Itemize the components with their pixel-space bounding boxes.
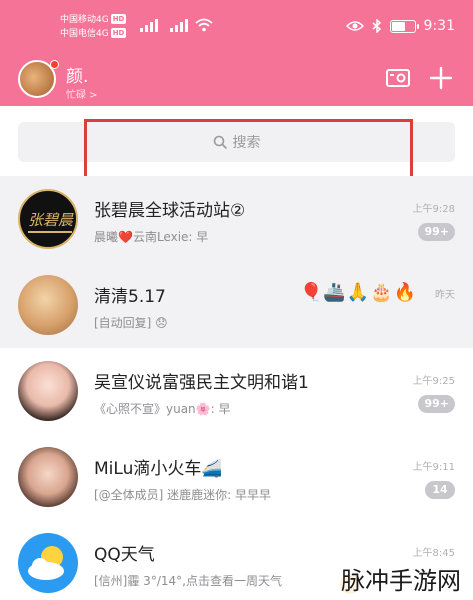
carrier-1: 中国移动4G: [60, 15, 109, 25]
chat-avatar: 张碧晨: [18, 189, 78, 249]
signal-icon: [170, 16, 188, 32]
unread-badge: 99+: [418, 223, 455, 241]
chat-name: QQ天气: [94, 545, 155, 565]
hd-badge: HD: [110, 14, 127, 24]
status-emojis: 🎈🚢🙏🎂🔥: [300, 282, 418, 303]
chat-message: 《心照不宣》yuan🌸: 早: [94, 402, 231, 416]
search-input[interactable]: 搜索: [18, 122, 455, 162]
hd-badge: HD: [110, 28, 127, 38]
chat-avatar: [18, 275, 78, 335]
top-bar: 中国移动4G HD 中国电信4G HD 9:31 颜. 忙碌 >: [0, 0, 473, 106]
chat-avatar: [18, 361, 78, 421]
chat-name: 清清5.17: [94, 287, 166, 307]
notification-dot: [50, 60, 59, 69]
unread-badge: 99+: [418, 395, 455, 413]
chat-time: 上午9:25: [412, 376, 455, 387]
watermark: 脉冲手游网: [337, 559, 465, 598]
chat-message: 晨曦❤️云南Lexie: 早: [94, 230, 209, 244]
chat-name: 吴宣仪说富强民主文明和谐1: [94, 373, 309, 393]
chat-row[interactable]: 张碧晨 张碧晨全球活动站② 晨曦❤️云南Lexie: 早 上午9:28 99+: [0, 176, 473, 262]
unread-badge: 14: [425, 481, 455, 499]
chat-message: [信州]霾 3°/14°,点击查看一周天气: [94, 574, 282, 588]
app-header: 颜. 忙碌 >: [0, 52, 473, 106]
user-status[interactable]: 忙碌 >: [66, 86, 98, 101]
carrier-info: 中国移动4G HD 中国电信4G HD: [60, 13, 127, 41]
chat-message: [自动回复] 😞: [94, 316, 168, 330]
search-area: 搜索: [0, 106, 473, 176]
status-bar: 中国移动4G HD 中国电信4G HD 9:31: [0, 0, 473, 52]
chat-row[interactable]: 清清5.17 🎈🚢🙏🎂🔥 [自动回复] 😞 昨天: [0, 262, 473, 348]
chat-time: 上午9:28: [412, 204, 455, 215]
chat-time: 上午9:11: [412, 462, 455, 473]
weather-icon: [28, 546, 64, 580]
status-right: 9:31: [345, 18, 455, 34]
search-placeholder: 搜索: [232, 135, 261, 151]
chat-avatar: [18, 533, 78, 593]
chat-name: 张碧晨全球活动站②: [94, 201, 246, 221]
camera-icon[interactable]: [384, 64, 412, 92]
chat-time: 上午8:45: [412, 548, 455, 559]
eye-icon: [345, 21, 364, 31]
chat-message: [@全体成员] 迷鹿鹿迷你: 早早早: [94, 488, 272, 502]
clock: 9:31: [423, 18, 455, 34]
user-name[interactable]: 颜.: [66, 62, 88, 87]
battery-icon: [389, 19, 419, 33]
chat-avatar: [18, 447, 78, 507]
chat-row[interactable]: MiLu滴小火车🚄 [@全体成员] 迷鹿鹿迷你: 早早早 上午9:11 14: [0, 434, 473, 520]
chat-time: 昨天: [435, 290, 455, 301]
wifi-icon: [195, 18, 213, 32]
signal-icon: [140, 16, 158, 32]
chat-row[interactable]: 吴宣仪说富强民主文明和谐1 《心照不宣》yuan🌸: 早 上午9:25 99+: [0, 348, 473, 434]
carrier-2: 中国电信4G: [60, 29, 109, 39]
svg-text:张碧晨: 张碧晨: [28, 211, 74, 229]
bluetooth-icon: [372, 19, 381, 33]
search-icon: [213, 135, 227, 149]
add-icon[interactable]: [427, 64, 455, 92]
chat-name: MiLu滴小火车🚄: [94, 459, 223, 479]
